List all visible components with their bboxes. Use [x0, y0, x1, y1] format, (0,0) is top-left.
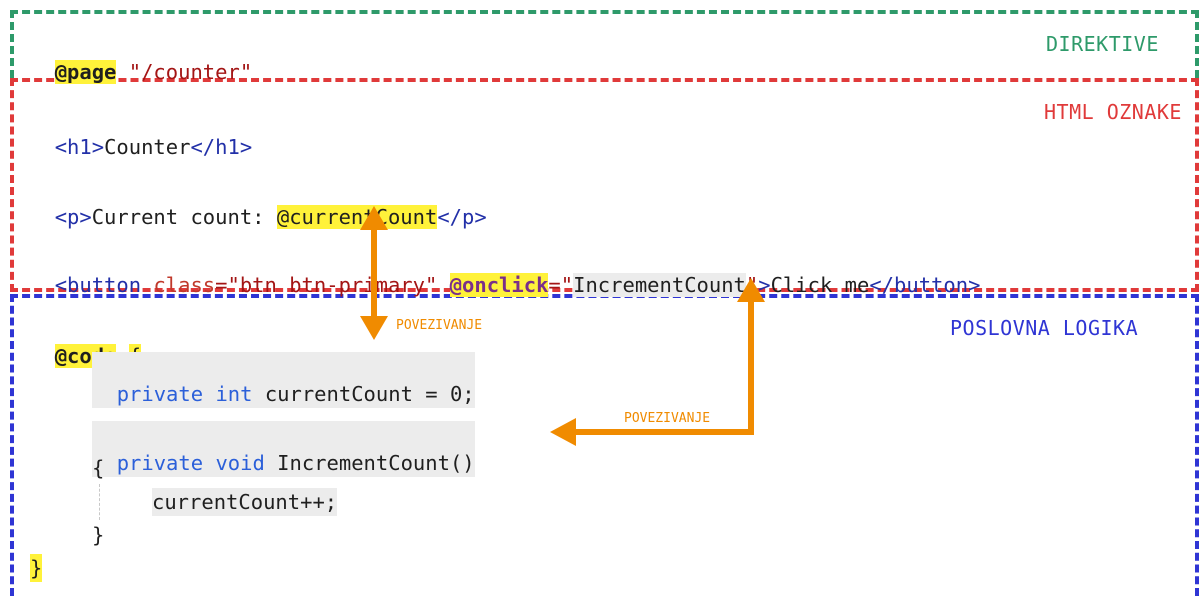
binding-arrow-1-up-head	[360, 206, 388, 230]
binding-arrow-2-line	[574, 300, 754, 435]
binding-arrows	[360, 206, 765, 446]
binding-arrow-2-left-head	[550, 418, 576, 446]
binding-arrow-2-up-head	[737, 278, 765, 302]
binding-arrow-1-down-head	[360, 316, 388, 340]
